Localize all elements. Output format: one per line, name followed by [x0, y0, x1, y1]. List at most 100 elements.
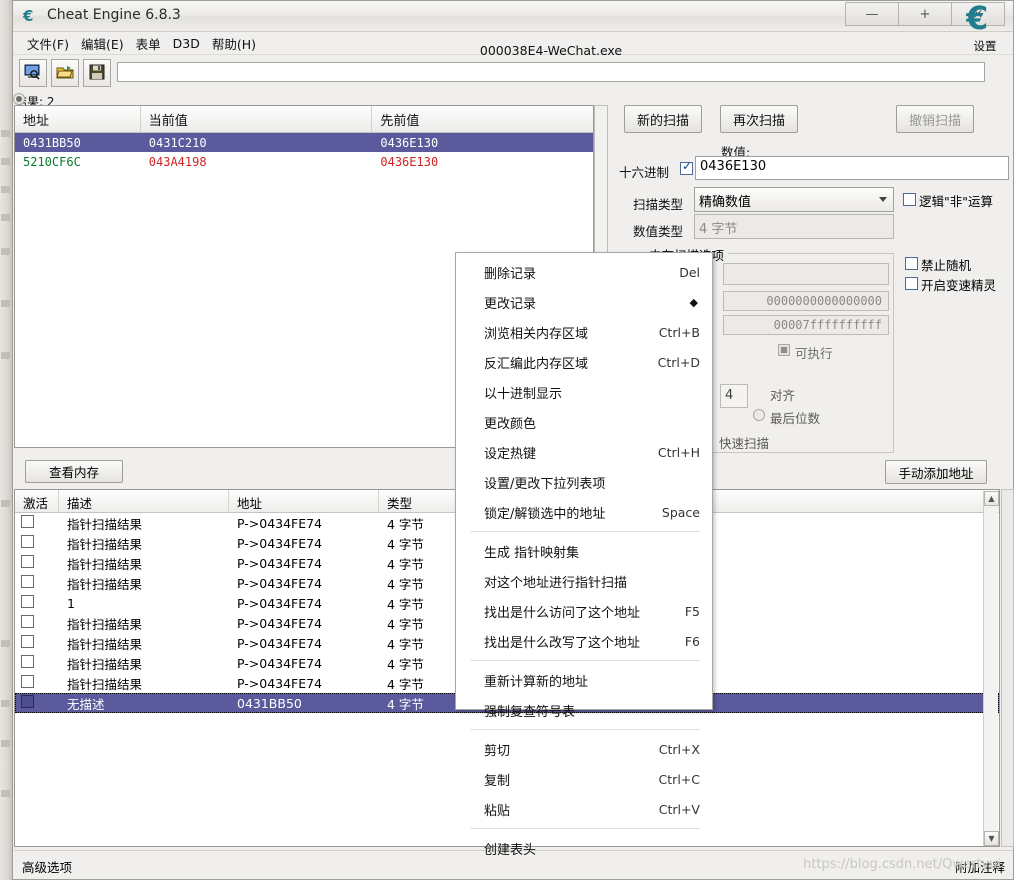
result-previous-value: 0436E130 — [380, 154, 439, 169]
executable-label: 可执行 — [795, 346, 833, 361]
start-address-input[interactable]: 0000000000000000 — [723, 291, 889, 311]
column-header-active[interactable]: 激活 — [15, 490, 59, 512]
menu-item-find-what-accesses[interactable]: 找出是什么访问了这个地址 F5 — [456, 596, 712, 626]
view-memory-button[interactable]: 查看内存 — [25, 460, 123, 483]
context-menu[interactable]: 删除记录 Del 更改记录 ◆ 浏览相关内存区域 Ctrl+B 反汇编此内存区域… — [455, 252, 713, 858]
column-header-previous-value[interactable]: 先前值 — [372, 106, 593, 132]
advanced-options-link[interactable]: 高级选项 — [22, 857, 72, 876]
menu-item-pointer-scan-this-address[interactable]: 对这个地址进行指针扫描 — [456, 566, 712, 596]
row-address: P->0434FE74 — [237, 595, 323, 611]
settings-button[interactable]: € 设置 — [963, 0, 1007, 53]
menu-item-toggle-lock-address[interactable]: 锁定/解锁选中的地址 Space — [456, 497, 712, 527]
scan-value-input[interactable]: 0436E130 — [695, 156, 1009, 180]
stop-address-input[interactable]: 00007ffffffffff — [723, 315, 889, 335]
add-address-manually-button[interactable]: 手动添加地址 — [885, 460, 987, 484]
open-file-button[interactable] — [51, 59, 79, 87]
process-name-label: 000038E4-WeChat.exe — [479, 43, 623, 58]
address-table-scrollbar[interactable]: ▲ ▼ — [983, 491, 999, 846]
menu-item-create-header[interactable]: 创建表头 — [456, 833, 712, 863]
menu-item-browse-memory-region[interactable]: 浏览相关内存区域 Ctrl+B — [456, 317, 712, 347]
menu-item-force-recheck-symbols[interactable]: 强制复查符号表 — [456, 695, 712, 725]
last-digit-radio-label: 最后位数 — [770, 411, 821, 426]
process-select-button[interactable] — [19, 59, 47, 87]
outer-vertical-scrollbar[interactable] — [1001, 489, 1014, 847]
menu-label: 找出是什么访问了这个地址 — [484, 605, 641, 621]
align-radio-label: 对齐 — [770, 388, 796, 403]
table-row[interactable]: 0431BB50 0431C210 0436E130 — [15, 133, 593, 152]
menu-item-set-hotkey[interactable]: 设定热键 Ctrl+H — [456, 437, 712, 467]
row-active-checkbox[interactable] — [21, 675, 34, 688]
menu-label: 创建表头 — [484, 842, 537, 858]
value-type-label: 数值类型 — [633, 224, 684, 239]
new-scan-button[interactable]: 新的扫描 — [624, 105, 702, 133]
row-description: 指针扫描结果 — [67, 676, 143, 692]
row-address: P->0434FE74 — [237, 615, 323, 631]
menu-item-find-what-writes[interactable]: 找出是什么改写了这个地址 F6 — [456, 626, 712, 656]
process-address-input[interactable] — [117, 62, 985, 82]
menu-item-recalculate-new-address[interactable]: 重新计算新的地址 — [456, 665, 712, 695]
menu-item-set-dropdown-list[interactable]: 设置/更改下拉列表项 — [456, 467, 712, 497]
undo-scan-button[interactable]: 撤销扫描 — [896, 105, 974, 133]
menu-item-change-color[interactable]: 更改颜色 — [456, 407, 712, 437]
column-header-current-value[interactable]: 当前值 — [141, 106, 373, 132]
row-description: 无描述 — [67, 696, 105, 712]
scroll-up-arrow-icon[interactable]: ▲ — [984, 491, 999, 506]
menu-item-disassemble-memory-region[interactable]: 反汇编此内存区域 Ctrl+D — [456, 347, 712, 377]
maximize-button[interactable]: + — [898, 2, 952, 26]
scan-region-field[interactable] — [723, 263, 889, 285]
menu-item-change-record[interactable]: 更改记录 ◆ — [456, 287, 712, 317]
scan-type-dropdown[interactable]: 精确数值 — [694, 187, 894, 212]
menu-label: 强制复查符号表 — [484, 704, 576, 720]
row-active-checkbox[interactable] — [21, 535, 34, 548]
menu-item-file[interactable]: 文件(F) — [27, 32, 81, 55]
row-address: 0431BB50 — [237, 695, 302, 711]
executable-checkbox[interactable] — [778, 344, 790, 356]
row-active-checkbox[interactable] — [21, 515, 34, 528]
menu-item-delete-record[interactable]: 删除记录 Del — [456, 257, 712, 287]
menu-item-copy[interactable]: 复制 Ctrl+C — [456, 764, 712, 794]
fastscan-label: 快速扫描 — [719, 436, 770, 451]
scroll-down-arrow-icon[interactable]: ▼ — [984, 831, 999, 846]
menu-item-cut[interactable]: 剪切 Ctrl+X — [456, 734, 712, 764]
row-active-checkbox[interactable] — [21, 615, 34, 628]
menu-label: 重新计算新的地址 — [484, 674, 589, 690]
table-row[interactable]: 5210CF6C 043A4198 0436E130 — [15, 152, 593, 171]
menu-shortcut: Ctrl+B — [658, 324, 700, 340]
result-address: 0431BB50 — [23, 135, 81, 150]
row-address: P->0434FE74 — [237, 635, 323, 651]
menu-item-paste[interactable]: 粘贴 Ctrl+V — [456, 794, 712, 824]
menu-label: 复制 — [484, 773, 511, 789]
align-radio[interactable] — [13, 93, 25, 105]
menu-shortcut: Del — [679, 264, 700, 280]
minimize-button[interactable]: — — [845, 2, 899, 26]
column-header-address[interactable]: 地址 — [229, 490, 379, 512]
row-active-checkbox[interactable] — [21, 595, 34, 608]
row-description: 1 — [67, 595, 75, 611]
row-active-checkbox[interactable] — [21, 575, 34, 588]
menu-label: 设置/更改下拉列表项 — [484, 476, 606, 492]
not-logic-checkbox[interactable] — [903, 193, 916, 206]
result-current-value: 043A4198 — [148, 154, 207, 169]
pause-random-checkbox[interactable] — [905, 257, 918, 270]
column-header-address[interactable]: 地址 — [15, 106, 141, 132]
menu-item-generate-pointermap[interactable]: 生成 指针映射集 — [456, 536, 712, 566]
menu-label: 对这个地址进行指针扫描 — [484, 575, 628, 591]
row-active-checkbox[interactable] — [21, 695, 34, 708]
value-type-dropdown[interactable]: 4 字节 — [694, 214, 894, 239]
row-active-checkbox[interactable] — [21, 655, 34, 668]
save-file-button[interactable] — [83, 59, 111, 87]
menu-label: 更改颜色 — [484, 416, 537, 432]
menu-shortcut: Ctrl+X — [658, 741, 700, 757]
row-active-checkbox[interactable] — [21, 555, 34, 568]
result-current-value: 0431C210 — [148, 135, 207, 150]
hex-checkbox[interactable] — [680, 160, 693, 175]
alignment-input[interactable]: 4 — [720, 384, 748, 408]
menu-shortcut: Ctrl+V — [658, 801, 700, 817]
last-digit-radio[interactable] — [753, 409, 765, 421]
title-bar: € Cheat Engine 6.8.3 — + × — [13, 1, 1013, 32]
column-header-description[interactable]: 描述 — [59, 490, 229, 512]
row-active-checkbox[interactable] — [21, 635, 34, 648]
menu-item-show-as-decimal[interactable]: 以十进制显示 — [456, 377, 712, 407]
next-scan-button[interactable]: 再次扫描 — [720, 105, 798, 133]
speedhack-checkbox[interactable] — [905, 277, 918, 290]
